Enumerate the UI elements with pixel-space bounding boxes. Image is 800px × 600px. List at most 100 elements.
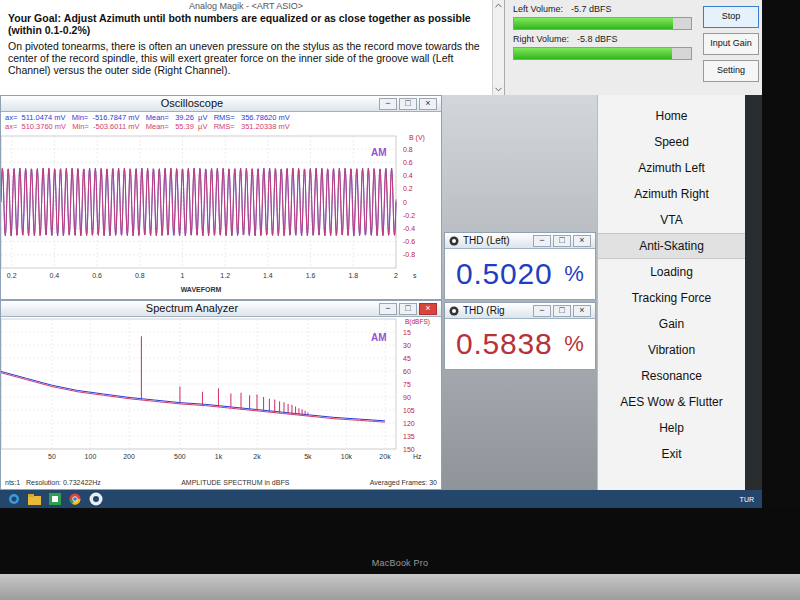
- window-button[interactable]: ×: [573, 305, 591, 317]
- thd-window[interactable]: THD (Rig−□×0.5838%: [444, 302, 596, 370]
- volume-reading: -5.8 dBFS: [577, 34, 618, 45]
- menu-item[interactable]: Loading: [598, 259, 745, 285]
- menu-item[interactable]: Speed: [598, 129, 745, 155]
- browser-icon[interactable]: [8, 493, 20, 505]
- menu-item[interactable]: Help: [598, 415, 745, 441]
- scrollbar[interactable]: [492, 0, 504, 95]
- window-button[interactable]: −: [379, 303, 397, 315]
- window-button[interactable]: −: [379, 98, 397, 110]
- y-tick: 105: [403, 407, 415, 414]
- grid-line: [1, 397, 396, 398]
- instruction-panel: Analog Magik - <ART ASIO>Your Goal: Adju…: [0, 0, 505, 95]
- harmonic-peak: [274, 400, 275, 413]
- grid-line: [1, 384, 396, 385]
- menu-item[interactable]: Anti-Skating: [598, 233, 745, 259]
- window-buttons: −□×: [533, 235, 591, 247]
- app: Analog Magik - <ART ASIO>Your Goal: Adju…: [0, 0, 800, 600]
- x-tick: 10k: [341, 453, 353, 460]
- window-buttons: −□×: [379, 303, 437, 315]
- y-tick: 135: [403, 433, 415, 440]
- tray-text: TUR: [740, 496, 754, 503]
- waveform-line: [1, 168, 396, 235]
- menu-item[interactable]: VTA: [598, 207, 745, 233]
- x-tick: 1.8: [348, 272, 358, 279]
- channel-stats: ax= 511.0474 mV Min= -516.7847 mV Mean= …: [5, 113, 437, 122]
- window-button[interactable]: □: [399, 303, 417, 315]
- harmonic-peak: [263, 397, 264, 412]
- y-tick: 150: [403, 446, 415, 453]
- grid-line: [54, 136, 55, 268]
- grid-line: [346, 319, 347, 449]
- window-button[interactable]: □: [399, 98, 417, 110]
- spectrum-chart: B(dBFS)153045607590105120135150AM5010020…: [1, 317, 441, 475]
- menu-item[interactable]: AES Wow & Flutter: [598, 389, 745, 415]
- y-axis-label: B (V): [409, 134, 425, 142]
- grid-line: [1, 345, 396, 346]
- menu-item[interactable]: Azimuth Left: [598, 155, 745, 181]
- grid-line: [1, 449, 396, 450]
- harmonic-peak: [141, 336, 142, 400]
- menu-item[interactable]: Exit: [598, 441, 745, 467]
- x-tick: 5k: [304, 453, 312, 460]
- harmonic-peak: [269, 399, 270, 412]
- store-icon[interactable]: [49, 493, 61, 505]
- harmonic-peak: [230, 394, 231, 409]
- menu-item[interactable]: Home: [598, 103, 745, 129]
- menu-item[interactable]: Vibration: [598, 337, 745, 363]
- x-tick: 2k: [253, 453, 261, 460]
- title-bar: Spectrum Analyzer−□×: [1, 301, 441, 317]
- x-tick: 2: [394, 272, 398, 279]
- harmonic-peak: [256, 394, 257, 410]
- window-buttons: −□×: [533, 305, 591, 317]
- window-button[interactable]: ×: [419, 303, 437, 315]
- scroll-down-icon[interactable]: [493, 84, 504, 95]
- window-button[interactable]: −: [533, 235, 551, 247]
- volume-track: [513, 17, 692, 30]
- window-button[interactable]: −: [533, 305, 551, 317]
- app-icon[interactable]: [89, 492, 103, 506]
- eye-icon: [449, 306, 459, 316]
- oscilloscope-window[interactable]: Oscilloscope−□×ax= 511.0474 mV Min= -516…: [0, 95, 442, 300]
- control-button[interactable]: Setting: [703, 60, 759, 82]
- harmonic-peak: [295, 407, 296, 415]
- volume-label: Right Volume:-5.8 dBFS: [513, 34, 692, 45]
- y-axis-label: B(dBFS): [405, 318, 430, 326]
- volume-meter: Right Volume:-5.8 dBFS: [513, 34, 692, 60]
- x-tick: 50: [48, 453, 56, 460]
- window-title: Spectrum Analyzer: [5, 303, 379, 314]
- menu-item[interactable]: Gain: [598, 311, 745, 337]
- harmonic-peak: [283, 402, 284, 413]
- x-unit: Hz: [413, 453, 422, 460]
- window-button[interactable]: □: [553, 235, 571, 247]
- grid-line: [1, 410, 396, 411]
- x-tick: 1.4: [263, 272, 273, 279]
- channel-stats: ax= 510.3760 mV Min= -503.6011 mV Mean= …: [5, 122, 437, 131]
- menu-item[interactable]: Resonance: [598, 363, 745, 389]
- harmonic-peak: [305, 411, 306, 416]
- folder-icon[interactable]: [28, 494, 41, 505]
- bezel-right: [762, 0, 800, 508]
- volume-fill: [514, 48, 672, 59]
- top-bar: Analog Magik - <ART ASIO>Your Goal: Adju…: [0, 0, 762, 95]
- grid-line: [51, 319, 52, 449]
- volume-track: [513, 47, 692, 60]
- menu-item[interactable]: Tracking Force: [598, 285, 745, 311]
- spectrum-status: nts:1 Resolution: 0.732422HzAMPLITUDE SP…: [1, 475, 441, 489]
- grid-line: [1, 332, 396, 333]
- harmonic-peak: [298, 408, 299, 415]
- harmonic-peak: [249, 395, 250, 410]
- harmonic-peak: [179, 387, 180, 404]
- control-button[interactable]: Stop: [703, 6, 759, 28]
- chrome-icon[interactable]: [69, 493, 81, 505]
- control-buttons: Stop Input Gain Setting: [700, 0, 762, 95]
- thd-window[interactable]: THD (Left)−□×0.5020%: [444, 232, 596, 300]
- scroll-up-icon[interactable]: [493, 0, 504, 11]
- window-button[interactable]: ×: [419, 98, 437, 110]
- menu-item[interactable]: Azimuth Right: [598, 181, 745, 207]
- oscilloscope-stats: ax= 511.0474 mV Min= -516.7847 mV Mean= …: [1, 112, 441, 132]
- window-button[interactable]: □: [553, 305, 571, 317]
- control-button[interactable]: Input Gain: [703, 33, 759, 55]
- laptop-body: [0, 574, 800, 600]
- spectrum-window[interactable]: Spectrum Analyzer−□×B(dBFS)1530456075901…: [0, 300, 442, 490]
- window-button[interactable]: ×: [573, 235, 591, 247]
